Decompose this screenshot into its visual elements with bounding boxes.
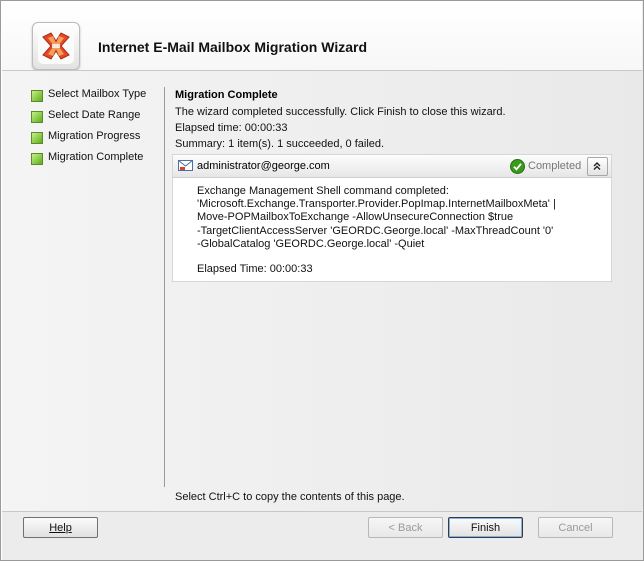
exchange-logo-icon [32,22,80,70]
wizard-title: Internet E-Mail Mailbox Migration Wizard [98,39,368,55]
output-line: 'Microsoft.Exchange.Transporter.Provider… [197,198,556,211]
help-button[interactable]: Help [23,517,98,538]
completion-message: The wizard completed successfully. Click… [175,106,506,118]
result-elapsed-time: Elapsed Time: 00:00:33 [197,263,313,275]
step-label: Migration Progress [48,130,141,142]
help-button-label: Help [49,522,72,534]
elapsed-time: Elapsed time: 00:00:33 [175,122,288,134]
result-panel: administrator@george.com Completed Excha… [172,154,612,282]
back-button-label: < Back [388,522,423,534]
step-label: Select Date Range [48,109,141,121]
result-header: administrator@george.com Completed [173,155,611,178]
mailbox-icon [178,159,193,175]
step-indicator-icon [31,153,43,165]
output-line: Move-POPMailboxToExchange -AllowUnsecure… [197,211,514,224]
chevron-up-double-icon [593,162,601,170]
command-output: Exchange Management Shell command comple… [197,185,597,251]
check-icon [510,159,525,177]
back-button[interactable]: < Back [368,517,443,538]
output-line: Exchange Management Shell command comple… [197,185,449,197]
step-label: Select Mailbox Type [48,88,147,100]
finish-button-label: Finish [470,522,501,534]
step-label: Migration Complete [48,151,144,163]
output-line: -GlobalCatalog 'GEORDC.George.local' -Qu… [197,237,425,250]
mailbox-address: administrator@george.com [197,160,330,172]
status-label: Completed [528,160,582,172]
page-title: Migration Complete [175,89,278,101]
copy-hint: Select Ctrl+C to copy the contents of th… [175,491,405,503]
wizard-window: Internet E-Mail Mailbox Migration Wizard… [0,0,644,561]
collapse-button[interactable] [587,157,608,176]
output-line: -TargetClientAccessServer 'GEORDC.George… [197,224,554,237]
step-indicator-icon [31,132,43,144]
step-indicator-icon [31,90,43,102]
summary-text: Summary: 1 item(s). 1 succeeded, 0 faile… [175,138,385,150]
cancel-button-label: Cancel [558,522,593,534]
finish-button[interactable]: Finish [448,517,523,538]
vertical-divider [164,87,165,487]
cancel-button[interactable]: Cancel [538,517,613,538]
step-indicator-icon [31,111,43,123]
wizard-header [2,2,642,70]
